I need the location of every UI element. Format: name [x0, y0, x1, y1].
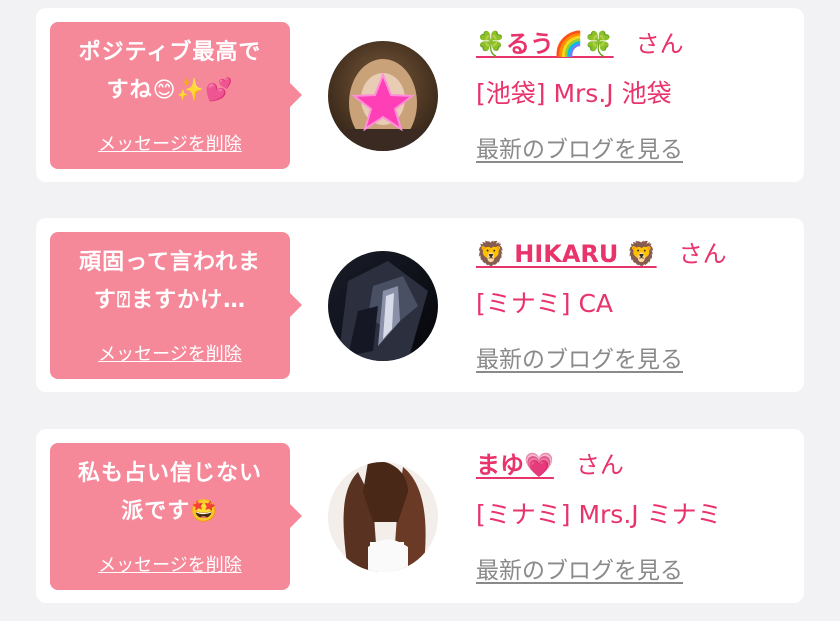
latest-blog-link[interactable]: 最新のブログを見る: [476, 551, 683, 585]
delete-message-link[interactable]: メッセージを削除: [50, 340, 290, 366]
avatar[interactable]: [328, 41, 438, 151]
message-card: 私も占い信じない 派です🤩 メッセージを削除 まゆ💗 さん [ミナミ] Mrs.J…: [36, 429, 804, 603]
profile-name-row: 🦁 HIKARU 🦁 さん: [476, 234, 727, 270]
message-bubble: ポジティブ最高で すね😊✨💕 メッセージを削除: [50, 22, 302, 169]
honorific-label: さん: [575, 451, 624, 479]
message-text: 私も占い信じない 派です🤩: [77, 461, 262, 524]
message-card: ポジティブ最高で すね😊✨💕 メッセージを削除 🍀るう🌈🍀 さん [池袋] Mr…: [36, 8, 804, 182]
profile-name-row: 🍀るう🌈🍀 さん: [476, 24, 684, 60]
profile-name-link[interactable]: 🦁 HIKARU 🦁: [476, 240, 657, 268]
message-bubble: 頑固って言われま す⍰ますかけ… メッセージを削除: [50, 232, 302, 379]
message-text: 頑固って言われま す⍰ますかけ…: [79, 250, 261, 313]
blurred-portrait-with-star-sticker-icon: [328, 41, 438, 151]
shop-label: [ミナミ] CA: [476, 289, 614, 318]
avatar[interactable]: [328, 251, 438, 361]
shop-label: [池袋] Mrs.J 池袋: [476, 79, 672, 108]
long-hair-portrait-icon: [328, 462, 438, 572]
dark-suit-portrait-icon: [328, 251, 438, 361]
honorific-label: さん: [678, 240, 727, 268]
message-list: ポジティブ最高で すね😊✨💕 メッセージを削除 🍀るう🌈🍀 さん [池袋] Mr…: [0, 0, 840, 621]
profile-name-link[interactable]: 🍀るう🌈🍀: [476, 30, 614, 58]
shop-label: [ミナミ] Mrs.J ミナミ: [476, 500, 722, 529]
profile-name-link[interactable]: まゆ💗: [476, 451, 554, 479]
delete-message-link[interactable]: メッセージを削除: [50, 551, 290, 577]
latest-blog-link[interactable]: 最新のブログを見る: [476, 340, 683, 374]
message-card: 頑固って言われま す⍰ますかけ… メッセージを削除 🦁 HIKARU 🦁 さん …: [36, 218, 804, 392]
avatar[interactable]: [328, 462, 438, 572]
delete-message-link[interactable]: メッセージを削除: [50, 130, 290, 156]
message-bubble: 私も占い信じない 派です🤩 メッセージを削除: [50, 443, 302, 590]
honorific-label: さん: [635, 30, 684, 58]
latest-blog-link[interactable]: 最新のブログを見る: [476, 130, 683, 164]
profile-name-row: まゆ💗 さん: [476, 445, 624, 481]
message-text: ポジティブ最高で すね😊✨💕: [78, 40, 262, 103]
